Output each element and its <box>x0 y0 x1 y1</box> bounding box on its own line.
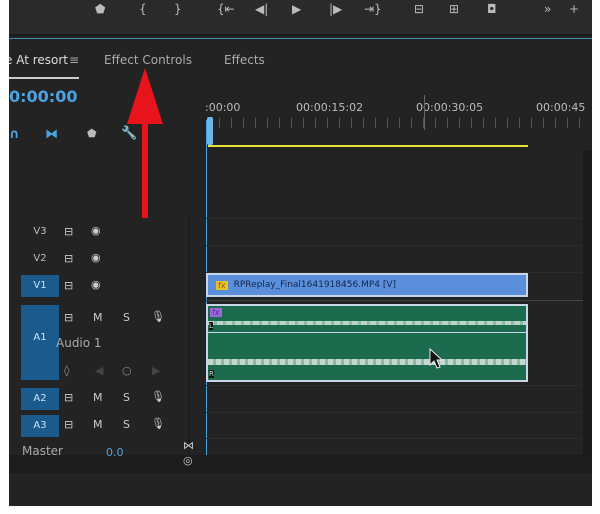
tab-effect-controls[interactable]: Effect Controls <box>104 53 192 67</box>
tab-sequence[interactable]: e At resort <box>9 53 68 67</box>
eye-icon[interactable]: ◉ <box>91 224 101 237</box>
play-icon[interactable]: ▶ <box>292 2 301 16</box>
ruler-label: :00:00 <box>205 101 241 114</box>
red-arrow-annotation <box>127 68 163 218</box>
track-v2[interactable]: V2 <box>21 248 59 270</box>
next-keyframe-icon[interactable]: ▶ <box>152 364 160 377</box>
sync-lock-icon[interactable]: ⊟ <box>64 418 73 431</box>
step-forward-icon[interactable]: |▶ <box>329 2 342 16</box>
channel-label: L <box>209 322 213 330</box>
add-icon[interactable]: + <box>569 2 579 16</box>
mouse-cursor-icon <box>429 348 443 369</box>
horizontal-scrollbar[interactable] <box>9 455 592 473</box>
microphone-icon[interactable]: 🎙 <box>151 390 165 403</box>
master-volume[interactable]: 0.0 <box>106 446 124 459</box>
export-frame-icon[interactable]: ◘ <box>487 2 497 16</box>
microphone-icon[interactable]: 🎙 <box>151 417 165 430</box>
panel-menu-icon[interactable]: ≡ <box>69 53 79 67</box>
solo-button[interactable]: S <box>123 311 130 324</box>
waveform-right <box>208 359 526 365</box>
playhead-timecode[interactable]: 0:00:00 <box>9 87 77 106</box>
track-name: Audio 1 <box>56 336 102 350</box>
work-area-bar[interactable] <box>208 145 528 147</box>
zoom-fit-icon[interactable]: ⋈ <box>183 439 194 452</box>
eye-icon[interactable]: ◉ <box>91 278 101 291</box>
mute-button[interactable]: M <box>93 391 103 404</box>
microphone-icon[interactable]: 🎙 <box>151 310 165 323</box>
sync-lock-icon[interactable]: ⊟ <box>64 311 73 324</box>
channel-label: R <box>209 370 214 378</box>
audio-clip[interactable]: fx L R <box>206 304 528 382</box>
zoom-handle-icon[interactable]: ◎ <box>183 454 193 467</box>
add-keyframe-icon[interactable]: ○ <box>122 364 132 377</box>
tab-effects[interactable]: Effects <box>224 53 265 67</box>
prev-keyframe-icon[interactable]: ◀ <box>95 364 103 377</box>
playhead-handle[interactable] <box>207 117 213 145</box>
add-marker-icon[interactable]: ⬟ <box>87 127 97 140</box>
snap-icon[interactable]: ∩ <box>9 127 20 142</box>
go-to-out-icon[interactable]: ⇥} <box>364 2 382 16</box>
marker-icon[interactable]: ⬟ <box>95 2 105 16</box>
panel-divider <box>9 38 592 39</box>
waveform-left <box>208 321 526 325</box>
step-back-icon[interactable]: ◀| <box>255 2 268 16</box>
vertical-scrollbar[interactable] <box>583 150 592 455</box>
track-a1[interactable]: A1 <box>21 305 59 380</box>
ruler-label: 00:00:45 <box>536 101 586 114</box>
ruler-label: 00:00:15:02 <box>296 101 364 114</box>
out-point-icon[interactable]: } <box>174 2 182 16</box>
track-v1[interactable]: V1 <box>21 275 59 297</box>
mute-button[interactable]: M <box>93 418 103 431</box>
extract-icon[interactable]: ⊞ <box>449 2 459 16</box>
time-ruler[interactable] <box>207 118 587 128</box>
sync-lock-icon[interactable]: ⊟ <box>64 391 73 404</box>
eye-icon[interactable]: ◉ <box>91 251 101 264</box>
more-icon[interactable]: » <box>544 2 551 16</box>
active-tab-underline <box>9 77 79 79</box>
in-point-icon[interactable]: { <box>139 2 147 16</box>
sync-lock-icon[interactable]: ⊟ <box>64 279 73 292</box>
ruler-label: 00:00:30:05 <box>416 101 484 114</box>
solo-button[interactable]: S <box>123 391 130 404</box>
clip-name: RPReplay_Final1641918456.MP4 [V] <box>233 280 397 290</box>
track-a3[interactable]: A3 <box>21 415 59 437</box>
sync-lock-icon[interactable]: ⊟ <box>64 225 73 238</box>
master-label: Master <box>22 444 63 458</box>
solo-button[interactable]: S <box>123 418 130 431</box>
ruler-marker <box>424 95 425 130</box>
sync-lock-icon[interactable]: ⊟ <box>64 252 73 265</box>
mute-button[interactable]: M <box>93 311 103 324</box>
track-v3[interactable]: V3 <box>21 221 59 243</box>
fx-badge: fx <box>216 280 228 290</box>
track-a2[interactable]: A2 <box>21 388 59 410</box>
video-clip[interactable]: fx RPReplay_Final1641918456.MP4 [V] <box>206 273 528 297</box>
premiere-window: ⬟ { } {⇤ ◀| ▶ |▶ ⇥} ⊟ ⊞ ◘ » + e At resor… <box>9 0 592 506</box>
keyframe-icon[interactable]: ◊ <box>64 364 69 377</box>
linked-selection-icon[interactable]: ⧓ <box>45 127 58 142</box>
fx-badge: fx <box>210 308 222 317</box>
lift-icon[interactable]: ⊟ <box>414 2 424 16</box>
program-monitor-toolbar: ⬟ { } {⇤ ◀| ▶ |▶ ⇥} ⊟ ⊞ ◘ » + <box>9 0 592 36</box>
go-to-in-icon[interactable]: {⇤ <box>217 2 235 16</box>
